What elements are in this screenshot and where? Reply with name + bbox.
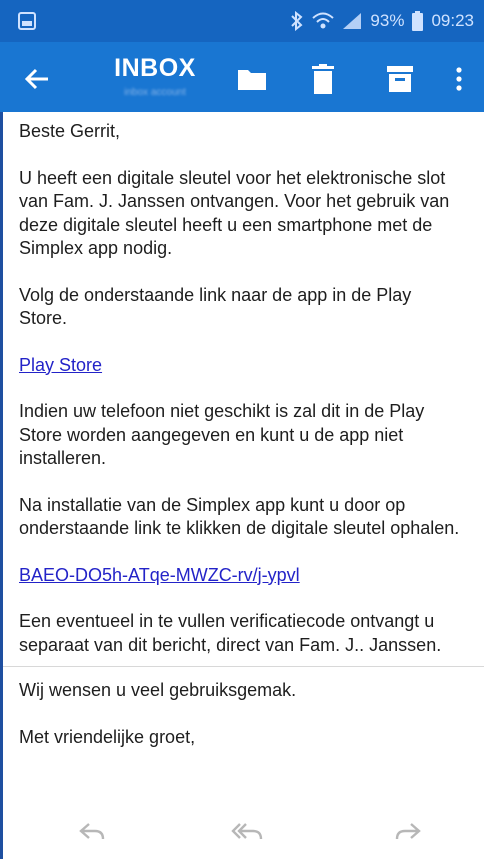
status-bar: 93% 09:23 [0, 0, 484, 42]
account-subtitle: inbox account [124, 87, 186, 98]
inbox-title-block: INBOX inbox account [100, 54, 210, 98]
email-paragraph: Volg de onderstaande link naar de app in… [19, 284, 412, 329]
email-paragraph: U heeft een digitale sleutel voor het el… [19, 167, 450, 259]
email-greeting: Beste Gerrit, [19, 121, 121, 141]
more-vert-icon[interactable] [452, 62, 466, 96]
reply-icon[interactable] [79, 821, 105, 846]
delete-icon[interactable] [310, 62, 336, 96]
clock: 09:23 [431, 11, 474, 30]
email-paragraph: Wij wensen u veel gebruiksgemak. [19, 680, 297, 700]
wifi-icon [312, 12, 335, 30]
reply-all-icon[interactable] [231, 821, 263, 846]
forward-icon[interactable] [395, 821, 421, 846]
signal-icon [342, 12, 362, 30]
email-paragraph: Indien uw telefoon niet geschikt is zal … [19, 401, 425, 468]
folder-icon[interactable] [236, 62, 268, 96]
email-closing: Met vriendelijke groet, [19, 726, 196, 747]
page-title: INBOX [114, 54, 196, 82]
email-body: Beste Gerrit, U heeft een digitale sleut… [0, 112, 484, 809]
play-store-link[interactable]: Play Store [19, 355, 102, 375]
bottom-action-bar [0, 809, 484, 859]
digital-key-link[interactable]: BAEO-DO5h-ATqe-MWZC-rv/j-ypvl [19, 565, 300, 585]
email-paragraph: Een eventueel in te vullen verificatieco… [19, 611, 442, 655]
bluetooth-icon [290, 11, 304, 31]
battery-percentage: 93% [370, 11, 405, 30]
email-paragraph: Na installatie van de Simplex app kunt u… [19, 494, 460, 539]
notification-icon [18, 12, 36, 30]
back-arrow-icon[interactable] [22, 64, 52, 94]
archive-icon[interactable] [386, 62, 414, 96]
battery-icon [412, 11, 424, 31]
divider [3, 666, 484, 667]
app-bar: INBOX inbox account [0, 42, 484, 112]
